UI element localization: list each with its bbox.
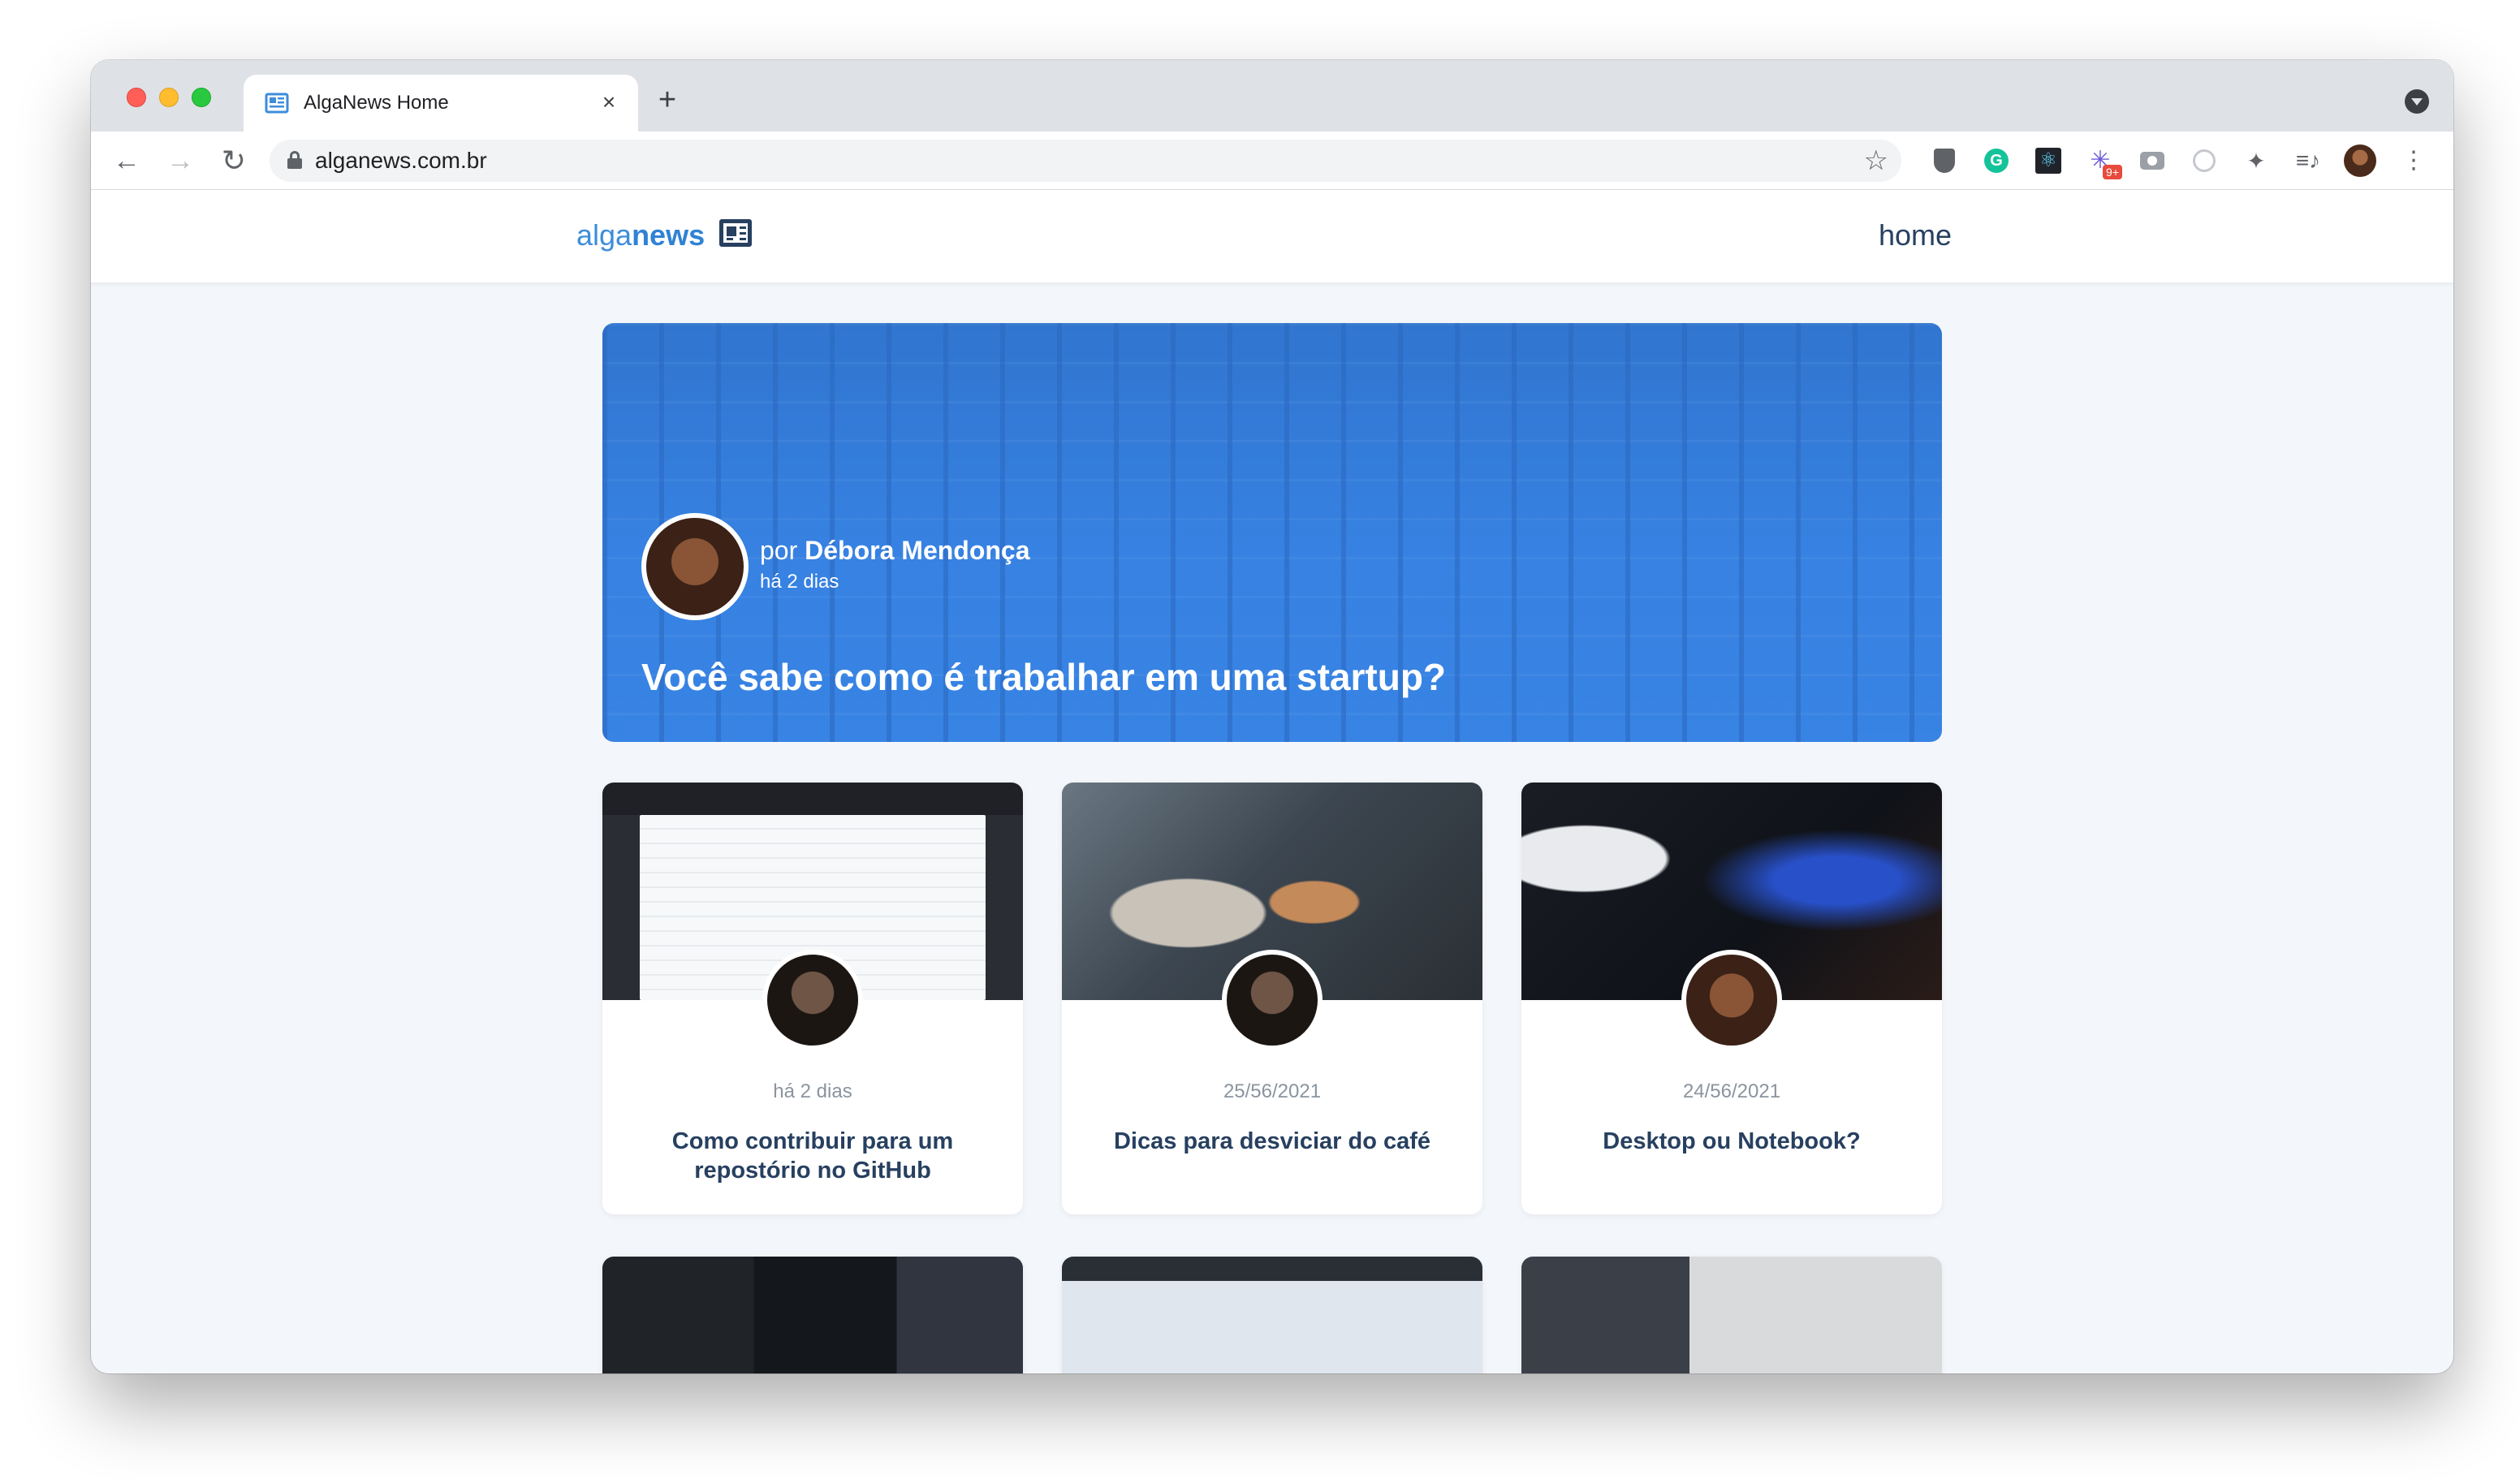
extensions-puzzle-icon[interactable]: ✦ [2239,144,2273,178]
extension-badge: 9+ [2103,165,2122,179]
tab-title: AlgaNews Home [304,92,449,114]
logo-alga-text: alga [576,218,632,252]
site-logo[interactable]: alganews [576,218,705,253]
media-control-icon[interactable]: ≡♪ [2291,144,2325,178]
react-devtools-extension-icon[interactable]: ⚛ [2031,144,2065,178]
back-button[interactable]: ← [109,143,145,179]
new-tab-button[interactable]: + [653,84,682,115]
author-name: Débora Mendonça [805,536,1030,565]
site-header: alganews home [91,190,2453,282]
kebab-menu-icon[interactable]: ⋮ [2397,144,2431,178]
post-title[interactable]: Como contribuir para um repostório no Gi… [635,1127,990,1185]
post-cover-image [602,1257,1023,1373]
zoom-window-button[interactable] [192,88,211,107]
minimize-window-button[interactable] [159,88,179,107]
post-cover-image [1062,1257,1482,1373]
browser-toolbar: ← → ↻ alganews.com.br ☆ G ⚛ ✳ 9+ ✦ ≡♪ ⋮ [91,132,2453,190]
bookmark-star-icon[interactable]: ☆ [1864,144,1888,177]
record-extension-icon[interactable] [2187,144,2221,178]
lock-icon[interactable] [287,151,302,169]
tab-close-icon[interactable]: × [594,88,624,117]
post-date: 25/56/2021 [1223,1080,1322,1102]
author-avatar [641,513,749,620]
tab-alganews[interactable]: AlgaNews Home × [244,75,638,132]
grammarly-extension-icon[interactable]: G [1979,144,2013,178]
post-card[interactable]: 25/56/2021 Dicas para desviciar do café [1062,783,1482,1214]
post-card[interactable]: 24/56/2021 Desktop ou Notebook? [1521,783,1942,1214]
address-bar[interactable]: alganews.com.br ☆ [270,140,1901,182]
post-card[interactable]: há 2 dias Como contribuir para um repost… [602,783,1023,1214]
burst-extension-icon[interactable]: ✳ 9+ [2083,144,2122,179]
reload-button[interactable]: ↻ [216,143,252,179]
newspaper-icon [719,219,752,247]
author-avatar [1681,950,1782,1050]
featured-post-card[interactable]: por Débora Mendonça há 2 dias Você sabe … [602,323,1942,742]
camera-extension-icon[interactable] [2135,144,2169,178]
post-title[interactable]: Desktop ou Notebook? [1554,1127,1909,1156]
post-date: há 2 dias [773,1080,852,1102]
forward-button[interactable]: → [162,143,198,179]
browser-window: AlgaNews Home × + ← → ↻ alganews.com.br … [91,60,2453,1373]
profile-avatar[interactable] [2343,144,2377,178]
url-text[interactable]: alganews.com.br [315,149,487,173]
nav-link-home[interactable]: home [1879,218,1952,253]
post-date: 24/56/2021 [1682,1080,1781,1102]
tab-search-button[interactable] [2405,89,2429,114]
ublock-extension-icon[interactable] [1927,144,1961,178]
author-avatar [1222,950,1323,1050]
hero-byline: por Débora Mendonça [760,534,1030,567]
post-card[interactable] [1062,1257,1482,1373]
byline-prefix: por [760,536,798,565]
close-window-button[interactable] [127,88,146,107]
hero-timestamp: há 2 dias [760,571,839,593]
author-avatar [762,950,863,1050]
post-cover-image [1521,1257,1942,1373]
newspaper-icon [265,93,289,114]
post-card[interactable] [1521,1257,1942,1373]
hero-title[interactable]: Você sabe como é trabalhar em uma startu… [641,654,1446,700]
logo-news-text: news [632,218,706,252]
tab-strip: AlgaNews Home × + [91,60,2453,132]
post-card[interactable] [602,1257,1023,1373]
post-title[interactable]: Dicas para desviciar do café [1094,1127,1450,1156]
